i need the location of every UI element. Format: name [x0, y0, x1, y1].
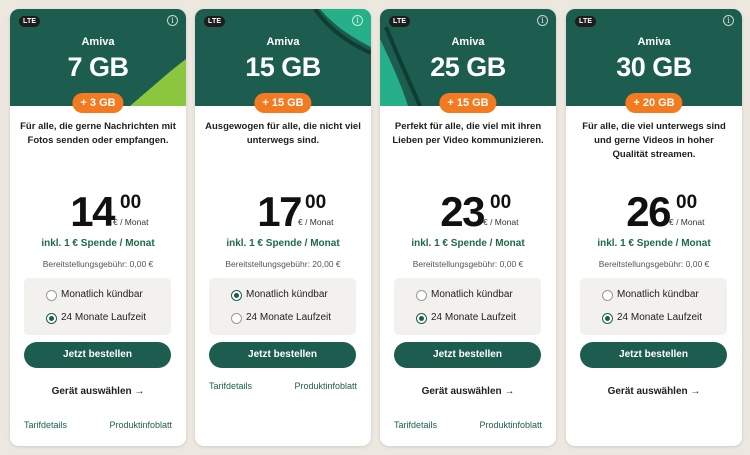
tariff-details-link[interactable]: Tarifdetails	[209, 381, 252, 391]
donation-note: inkl. 1 € Spende / Monat	[226, 238, 340, 249]
option-monthly[interactable]: Monatlich kündbar	[231, 288, 371, 306]
price-unit: € / Monat	[483, 217, 519, 227]
lte-badge: LTE	[389, 16, 411, 27]
tariff-card-15gb: LTE i Amiva 15 GB + 15 GB Ausgewogen für…	[195, 9, 371, 446]
donation-note: inkl. 1 € Spende / Monat	[411, 238, 525, 249]
brand-name: Amiva	[266, 36, 300, 48]
tariff-card-7gb: LTE i Amiva 7 GB + 3 GB Für alle, die ge…	[10, 9, 186, 446]
tariff-details-link[interactable]: Tarifdetails	[24, 420, 67, 430]
tariff-details-link[interactable]: Tarifdetails	[394, 420, 437, 430]
lte-badge: LTE	[575, 16, 597, 27]
data-volume: 7 GB	[67, 52, 129, 82]
contract-options: Monatlich kündbar 24 Monate Laufzeit	[580, 278, 727, 335]
select-device-link[interactable]: Gerät auswählen →	[10, 386, 186, 397]
bonus-badge: + 15 GB	[439, 93, 497, 113]
data-volume: 15 GB	[245, 52, 321, 82]
tariff-description: Für alle, die gerne Nachrichten mit Foto…	[20, 121, 176, 146]
data-volume: 30 GB	[616, 52, 692, 82]
option-label: 24 Monate Laufzeit	[431, 312, 517, 323]
bonus-badge: + 3 GB	[72, 93, 124, 113]
contract-options: Monatlich kündbar 24 Monate Laufzeit	[394, 278, 541, 335]
price-integer: 14	[70, 188, 115, 235]
price-decimal: 00	[676, 192, 698, 213]
order-button[interactable]: Jetzt bestellen	[24, 342, 171, 368]
option-label: Monatlich kündbar	[431, 289, 513, 300]
price-unit: € / Monat	[298, 217, 334, 227]
contract-options: Monatlich kündbar 24 Monate Laufzeit	[24, 278, 171, 335]
tariff-description: Perfekt für alle, die viel mit ihren Lie…	[392, 121, 544, 146]
product-info-link[interactable]: Produktinfoblatt	[479, 420, 542, 430]
option-24-months[interactable]: 24 Monate Laufzeit	[46, 311, 186, 329]
radio-icon[interactable]	[46, 313, 57, 324]
bonus-badge: + 20 GB	[625, 93, 683, 113]
tariff-description: Ausgewogen für alle, die nicht viel unte…	[205, 121, 361, 146]
radio-icon[interactable]	[602, 290, 613, 301]
donation-note: inkl. 1 € Spende / Monat	[597, 238, 711, 249]
option-24-months[interactable]: 24 Monate Laufzeit	[602, 311, 742, 329]
option-label: 24 Monate Laufzeit	[61, 312, 147, 323]
price: 14 00 € / Monat	[10, 189, 186, 235]
option-label: Monatlich kündbar	[246, 289, 328, 300]
info-icon[interactable]: i	[352, 15, 363, 26]
tariff-card-25gb: LTE i Amiva 25 GB + 15 GB Perfekt für al…	[380, 9, 556, 446]
contract-options: Monatlich kündbar 24 Monate Laufzeit	[209, 278, 356, 335]
product-info-link[interactable]: Produktinfoblatt	[109, 420, 172, 430]
radio-icon[interactable]	[602, 313, 613, 324]
brand-name: Amiva	[637, 36, 671, 48]
card-header: LTE i Amiva 30 GB	[566, 9, 742, 106]
data-volume: 25 GB	[430, 52, 506, 82]
price-unit: € / Monat	[669, 217, 705, 227]
option-label: Monatlich kündbar	[61, 289, 143, 300]
product-info-link[interactable]: Produktinfoblatt	[294, 381, 357, 391]
price-integer: 17	[257, 188, 302, 235]
card-header: LTE i Amiva 15 GB	[195, 9, 371, 106]
order-button[interactable]: Jetzt bestellen	[580, 342, 727, 368]
radio-icon[interactable]	[231, 313, 242, 324]
select-device-link[interactable]: Gerät auswählen →	[380, 386, 556, 397]
price-integer: 26	[626, 188, 671, 235]
price: 17 00 € / Monat	[195, 189, 371, 235]
option-label: Monatlich kündbar	[617, 289, 699, 300]
price-integer: 23	[440, 188, 485, 235]
order-button[interactable]: Jetzt bestellen	[209, 342, 356, 368]
lte-badge: LTE	[19, 16, 41, 27]
price: 26 00 € / Monat	[566, 189, 742, 235]
setup-fee: Bereitstellungsgebühr: 0,00 €	[598, 259, 710, 269]
brand-name: Amiva	[451, 36, 485, 48]
info-icon[interactable]: i	[167, 15, 178, 26]
price: 23 00 € / Monat	[380, 189, 556, 235]
option-monthly[interactable]: Monatlich kündbar	[416, 288, 556, 306]
radio-icon[interactable]	[416, 290, 427, 301]
setup-fee: Bereitstellungsgebühr: 20,00 €	[225, 259, 341, 269]
info-icon[interactable]: i	[723, 15, 734, 26]
card-header: LTE i Amiva 7 GB	[10, 9, 186, 106]
radio-icon[interactable]	[46, 290, 57, 301]
donation-note: inkl. 1 € Spende / Monat	[41, 238, 155, 249]
tariff-card-30gb: LTE i Amiva 30 GB + 20 GB Für alle, die …	[566, 9, 742, 446]
setup-fee: Bereitstellungsgebühr: 0,00 €	[42, 259, 154, 269]
option-monthly[interactable]: Monatlich kündbar	[602, 288, 742, 306]
card-header: LTE i Amiva 25 GB	[380, 9, 556, 106]
radio-icon[interactable]	[231, 290, 242, 301]
option-24-months[interactable]: 24 Monate Laufzeit	[416, 311, 556, 329]
price-decimal: 00	[305, 192, 327, 213]
select-device-link[interactable]: Gerät auswählen →	[566, 386, 742, 397]
bonus-badge: + 15 GB	[254, 93, 312, 113]
price-decimal: 00	[120, 192, 142, 213]
info-icon[interactable]: i	[537, 15, 548, 26]
option-label: 24 Monate Laufzeit	[246, 312, 332, 323]
lte-badge: LTE	[204, 16, 226, 27]
brand-name: Amiva	[81, 36, 115, 48]
order-button[interactable]: Jetzt bestellen	[394, 342, 541, 368]
price-unit: € / Monat	[113, 217, 149, 227]
option-label: 24 Monate Laufzeit	[617, 312, 703, 323]
radio-icon[interactable]	[416, 313, 427, 324]
tariff-description: Für alle, die viel unterwegs sind und ge…	[582, 121, 726, 160]
price-decimal: 00	[490, 192, 512, 213]
option-24-months[interactable]: 24 Monate Laufzeit	[231, 311, 371, 329]
option-monthly[interactable]: Monatlich kündbar	[46, 288, 186, 306]
setup-fee: Bereitstellungsgebühr: 0,00 €	[412, 259, 524, 269]
